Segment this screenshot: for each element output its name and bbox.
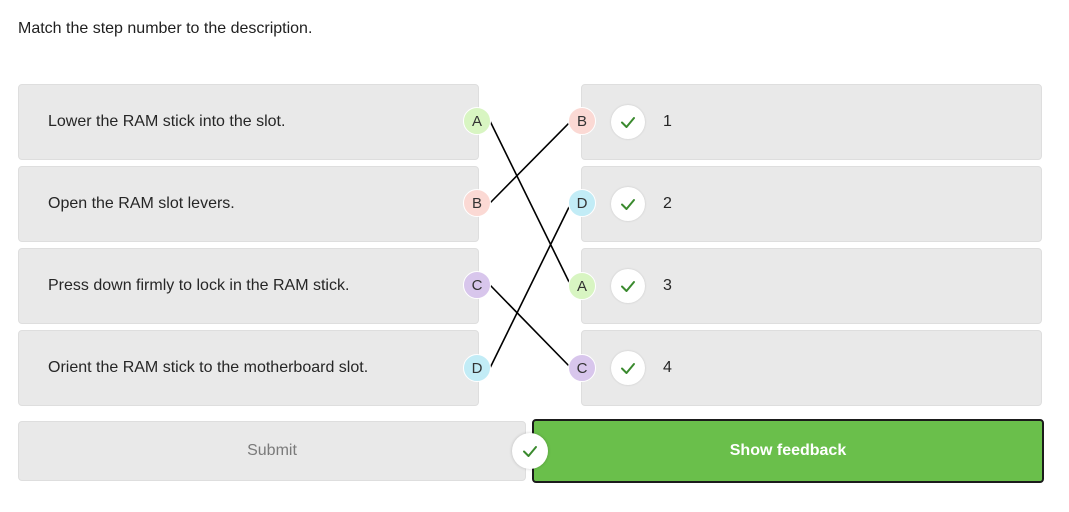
correct-check-icon	[512, 433, 548, 469]
match-line-a	[489, 120, 572, 287]
check-icon	[611, 269, 645, 303]
description-card-4[interactable]: Orient the RAM stick to the motherboard …	[18, 330, 479, 406]
step-number: 4	[663, 359, 672, 376]
step-card-2[interactable]: 2	[581, 166, 1042, 242]
show-feedback-button[interactable]: Show feedback	[532, 419, 1044, 483]
left-letter-badge[interactable]: A	[463, 107, 491, 135]
right-letter-badge[interactable]: B	[568, 107, 596, 135]
check-icon	[611, 105, 645, 139]
step-card-1[interactable]: 1	[581, 84, 1042, 160]
left-letter-badge[interactable]: B	[463, 189, 491, 217]
submit-button[interactable]: Submit	[18, 421, 526, 481]
description-text: Orient the RAM stick to the motherboard …	[48, 359, 369, 376]
description-card-3[interactable]: Press down firmly to lock in the RAM sti…	[18, 248, 479, 324]
step-number: 2	[663, 195, 672, 212]
right-letter-badge[interactable]: C	[568, 354, 596, 382]
check-icon	[611, 351, 645, 385]
match-line-b	[489, 120, 572, 204]
right-letter-badge[interactable]: D	[568, 189, 596, 217]
step-number: 1	[663, 113, 672, 130]
instruction-text: Match the step number to the description…	[18, 20, 313, 37]
description-text: Open the RAM slot levers.	[48, 195, 235, 212]
match-line-c	[489, 284, 572, 369]
left-letter-badge[interactable]: D	[463, 354, 491, 382]
right-letter-badge[interactable]: A	[568, 272, 596, 300]
description-text: Press down firmly to lock in the RAM sti…	[48, 277, 350, 294]
step-card-3[interactable]: 3	[581, 248, 1042, 324]
description-card-1[interactable]: Lower the RAM stick into the slot.	[18, 84, 479, 160]
description-card-2[interactable]: Open the RAM slot levers.	[18, 166, 479, 242]
left-letter-badge[interactable]: C	[463, 271, 491, 299]
check-icon	[611, 187, 645, 221]
step-card-4[interactable]: 4	[581, 330, 1042, 406]
step-number: 3	[663, 277, 672, 294]
description-text: Lower the RAM stick into the slot.	[48, 113, 286, 130]
match-line-d	[489, 202, 572, 369]
